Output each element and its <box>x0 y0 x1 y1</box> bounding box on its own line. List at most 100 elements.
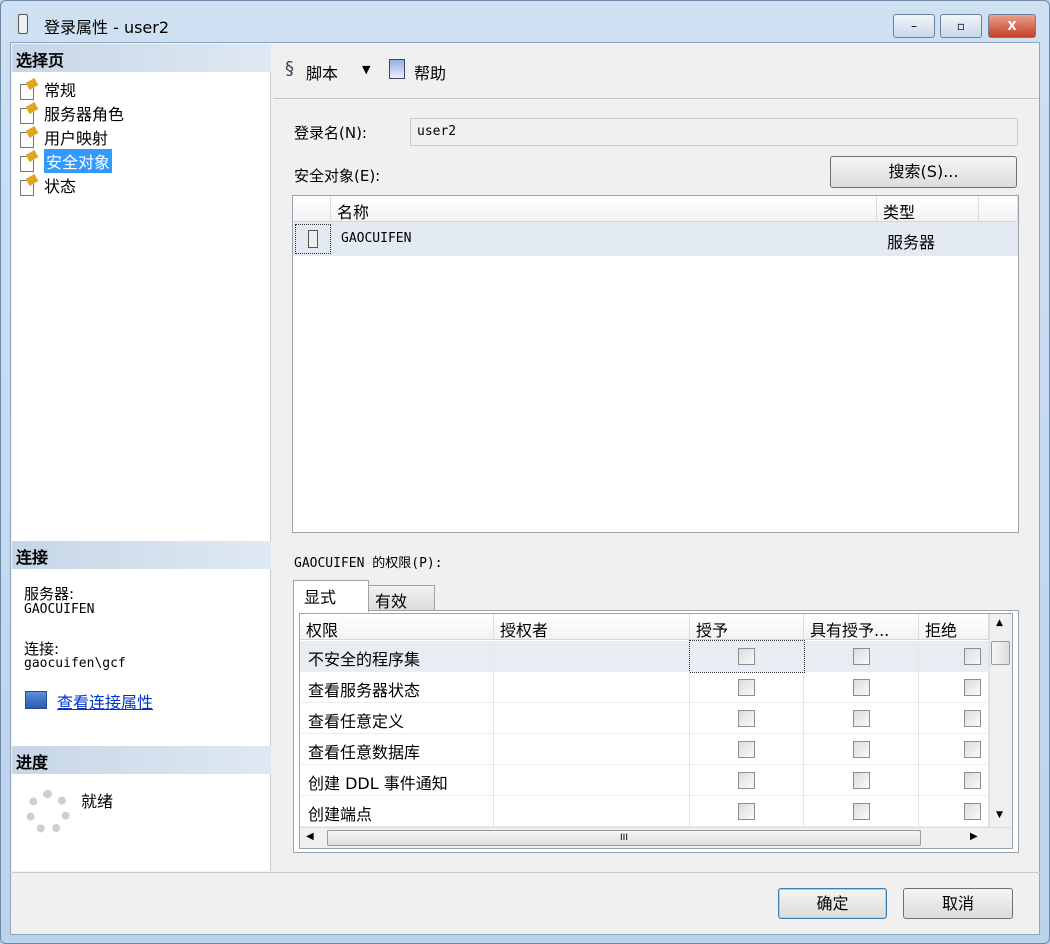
grantor <box>494 672 690 703</box>
horizontal-scroll-thumb[interactable]: III <box>327 830 921 846</box>
deny-checkbox[interactable] <box>964 803 981 820</box>
deny-checkbox[interactable] <box>964 772 981 789</box>
vertical-scrollbar[interactable]: ▲ ▼ <box>989 614 1012 827</box>
cell-with-grant <box>804 703 919 734</box>
cancel-button[interactable]: 取消 <box>903 888 1013 919</box>
nav-item-general[interactable]: 常规 <box>18 78 76 100</box>
cell-grant <box>690 734 804 765</box>
scroll-down-icon[interactable]: ▼ <box>996 810 1003 820</box>
connection-header: 连接 <box>12 541 271 569</box>
permission-row[interactable]: 不安全的程序集 <box>300 640 989 673</box>
page-icon <box>18 127 40 148</box>
grant-checkbox[interactable] <box>738 741 755 758</box>
grant-checkbox[interactable] <box>738 772 755 789</box>
horizontal-scrollbar[interactable]: ◀ III ▶ <box>300 827 1012 848</box>
scroll-up-icon[interactable]: ▲ <box>996 618 1003 628</box>
login-name-field[interactable]: user2 <box>410 118 1018 146</box>
nav-item-securables[interactable]: 安全对象 <box>18 149 113 173</box>
server-value: GAOCUIFEN <box>24 602 95 617</box>
script-button[interactable]: 脚本 <box>306 60 338 84</box>
header-with-grant[interactable]: 具有授予... <box>804 614 919 640</box>
window-title: 登录属性 - user2 <box>44 18 170 37</box>
with-grant-checkbox[interactable] <box>852 710 870 727</box>
permissions-label: GAOCUIFEN 的权限(P): <box>294 556 443 571</box>
permission-row[interactable]: 查看任意数据库 <box>300 734 989 765</box>
tab-effective[interactable]: 有效 <box>368 585 435 611</box>
scroll-left-icon[interactable]: ◀ <box>306 831 314 842</box>
vertical-scroll-thumb[interactable] <box>991 641 1010 665</box>
server-icon <box>295 224 331 254</box>
page-icon <box>18 103 40 124</box>
cell-grant <box>690 796 804 827</box>
nav-item-server-roles[interactable]: 服务器角色 <box>18 102 124 124</box>
grantor <box>494 796 690 827</box>
grantor <box>494 734 690 765</box>
page-icon <box>18 79 40 100</box>
permission-name: 不安全的程序集 <box>300 641 494 672</box>
scroll-right-icon[interactable]: ▶ <box>970 831 978 842</box>
grant-checkbox[interactable] <box>738 710 755 727</box>
cell-grant <box>690 703 804 734</box>
securables-label: 安全对象(E): <box>294 167 381 185</box>
view-connection-properties-link[interactable]: 查看连接属性 <box>57 689 153 713</box>
header-grantor[interactable]: 授权者 <box>494 614 690 640</box>
help-icon <box>389 59 405 79</box>
connection-properties-icon <box>25 691 47 709</box>
maximize-button[interactable]: ▫ <box>940 14 982 38</box>
cell-with-grant <box>804 796 919 827</box>
close-button[interactable]: X <box>988 14 1036 38</box>
cell-deny <box>919 641 989 672</box>
deny-checkbox[interactable] <box>964 679 981 696</box>
securables-grid: 名称 类型 GAOCUIFEN 服务器 <box>292 195 1019 533</box>
script-icon: § <box>285 58 294 79</box>
with-grant-checkbox[interactable] <box>852 741 870 758</box>
nav-label: 用户映射 <box>44 129 109 148</box>
nav-label: 安全对象 <box>44 149 113 173</box>
securable-name: GAOCUIFEN <box>341 231 412 246</box>
header-type[interactable]: 类型 <box>877 196 979 222</box>
with-grant-checkbox[interactable] <box>852 648 870 665</box>
header-name[interactable]: 名称 <box>331 196 877 222</box>
progress-header: 进度 <box>12 746 271 774</box>
cell-with-grant <box>804 641 919 672</box>
securable-row[interactable]: GAOCUIFEN 服务器 <box>293 222 1018 256</box>
grantor <box>494 765 690 796</box>
cell-deny <box>919 796 989 827</box>
deny-checkbox[interactable] <box>964 741 981 758</box>
nav-label: 常规 <box>44 81 77 100</box>
header-grant[interactable]: 授予 <box>690 614 804 640</box>
grant-checkbox[interactable] <box>738 648 755 665</box>
header-permission[interactable]: 权限 <box>300 614 494 640</box>
footer-divider <box>10 872 1040 873</box>
grant-checkbox[interactable] <box>738 803 755 820</box>
with-grant-checkbox[interactable] <box>852 772 870 789</box>
deny-checkbox[interactable] <box>964 648 981 665</box>
permission-row[interactable]: 查看服务器状态 <box>300 672 989 703</box>
cell-with-grant <box>804 765 919 796</box>
grant-checkbox[interactable] <box>738 679 755 696</box>
with-grant-checkbox[interactable] <box>852 679 870 696</box>
permission-row[interactable]: 查看任意定义 <box>300 703 989 734</box>
deny-checkbox[interactable] <box>964 710 981 727</box>
header-deny[interactable]: 拒绝 <box>919 614 989 640</box>
nav-item-status[interactable]: 状态 <box>18 174 76 196</box>
connection-value: gaocuifen\gcf <box>24 656 126 671</box>
minimize-button[interactable]: – <box>893 14 935 38</box>
cell-with-grant <box>804 672 919 703</box>
select-page-header: 选择页 <box>12 44 271 72</box>
permission-row[interactable]: 创建端点 <box>300 796 989 827</box>
toolbar <box>273 44 1039 99</box>
progress-spinner-icon <box>26 790 70 834</box>
cell-deny <box>919 672 989 703</box>
cell-grant <box>689 640 805 673</box>
with-grant-checkbox[interactable] <box>852 803 870 820</box>
login-name-label: 登录名(N): <box>294 124 367 142</box>
search-button[interactable]: 搜索(S)... <box>830 156 1017 188</box>
script-dropdown-icon[interactable]: ▼ <box>362 63 370 76</box>
nav-item-user-mapping[interactable]: 用户映射 <box>18 126 108 148</box>
help-button[interactable]: 帮助 <box>414 60 446 84</box>
permission-row[interactable]: 创建 DDL 事件通知 <box>300 765 989 796</box>
cell-grant <box>690 672 804 703</box>
ok-button[interactable]: 确定 <box>778 888 887 919</box>
tab-explicit[interactable]: 显式 <box>293 580 369 612</box>
